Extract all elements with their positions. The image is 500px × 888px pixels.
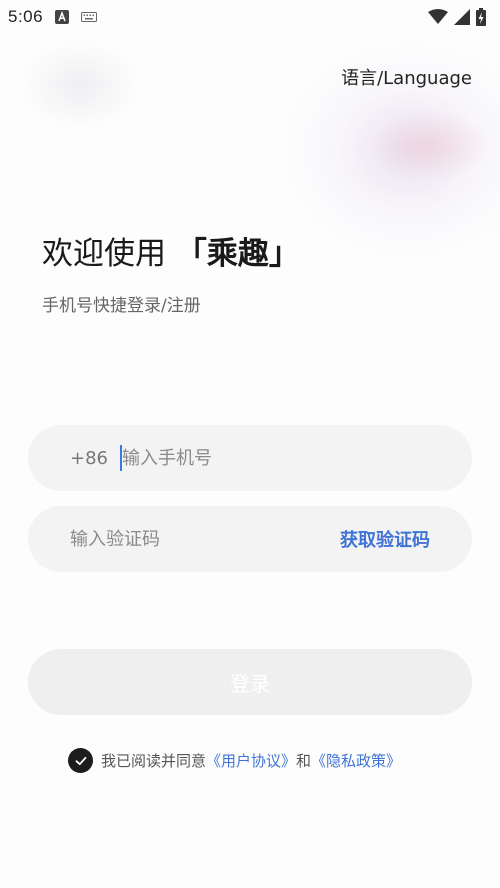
status-bar: 5:06 [0,0,500,34]
agreement-row: 我已阅读并同意 《用户协议》 和 《隐私政策》 [68,748,401,773]
language-switch[interactable]: 语言/Language [341,64,472,90]
country-code[interactable]: +86 [70,448,108,469]
welcome-title-prefix: 欢迎使用 [42,236,176,272]
checkmark-icon [75,756,86,765]
keyboard-icon [81,11,98,23]
welcome-title: 欢迎使用 「乘趣」 [42,228,300,273]
background-gradient-accent [370,110,490,180]
signal-icon [454,9,470,25]
get-code-button[interactable]: 获取验证码 [340,526,430,552]
a-notification-icon [55,10,70,24]
login-button[interactable]: 登录 [28,649,472,715]
brand-name: 「乘趣」 [175,236,300,272]
verification-code-input[interactable] [70,528,310,550]
agreement-conjunction: 和 [296,752,312,770]
status-time: 5:06 [8,7,44,26]
phone-input[interactable] [122,447,362,469]
agreement-text: 我已阅读并同意 [101,752,207,770]
privacy-policy-link[interactable]: 《隐私政策》 [311,750,401,771]
background-pattern [20,40,140,130]
phone-field[interactable]: +86 [28,425,472,491]
login-screen: 5:06 语言/Language 欢迎使用 「乘趣」 手机号快捷登录/注册 +8… [0,0,500,888]
wifi-icon [428,9,448,25]
battery-charging-icon [476,8,486,26]
welcome-subtitle: 手机号快捷登录/注册 [42,296,201,316]
code-field[interactable]: 获取验证码 [28,506,472,572]
agreement-checkbox[interactable] [68,748,93,773]
user-agreement-link[interactable]: 《用户协议》 [206,750,296,771]
